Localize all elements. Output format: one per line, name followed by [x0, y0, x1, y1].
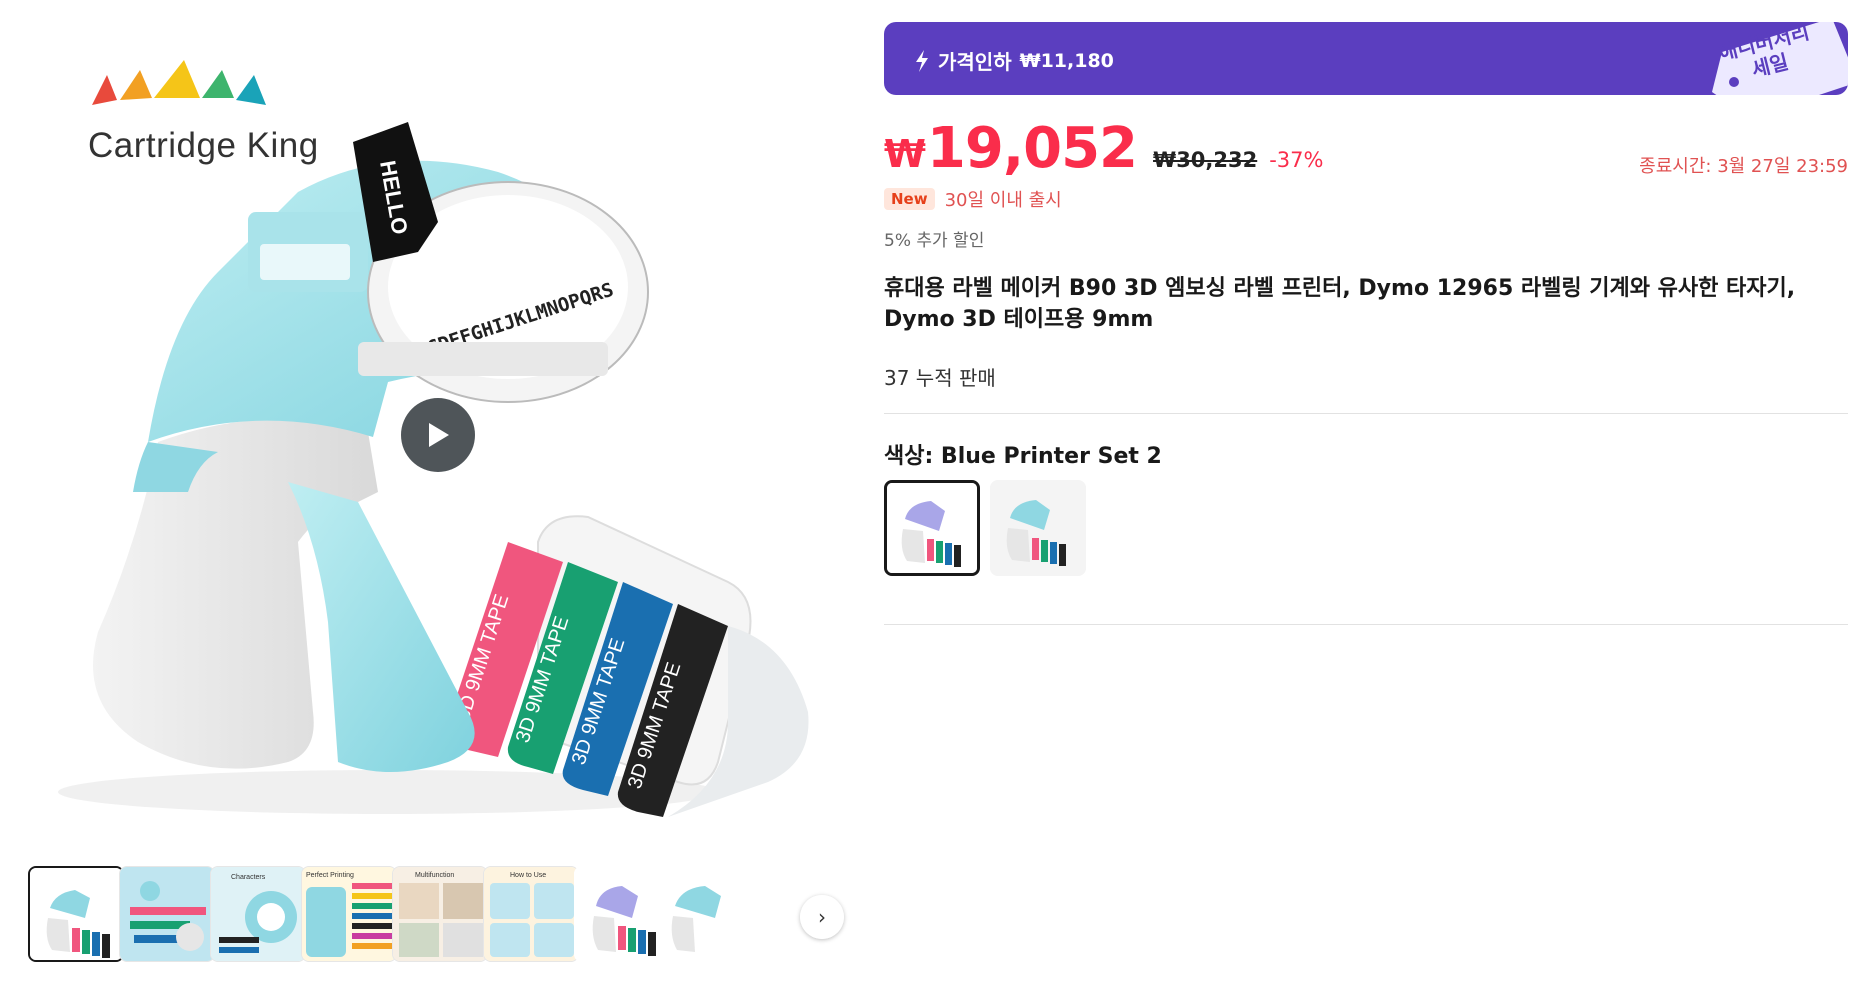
current-price: ₩19,052 [884, 116, 1138, 181]
color-option-blue[interactable] [990, 480, 1086, 576]
thumb-characters-image: Characters [211, 867, 305, 961]
thumb-printer-image [30, 868, 122, 960]
sold-count: 37 누적 판매 [884, 366, 996, 390]
crown-icon [92, 60, 266, 105]
lightning-icon [916, 49, 928, 72]
swatch-blue-image [990, 480, 1086, 576]
price-drop-label: 가격인하 [938, 50, 1012, 74]
thumbnail-6[interactable]: How to Use [483, 866, 579, 962]
thumbnail-strip: Characters Perfect Printing Multifunctio… [28, 866, 848, 966]
thumbnail-4[interactable]: Perfect Printing [301, 866, 397, 962]
new-arrival-row: New 30일 이내 출시 [884, 186, 1062, 212]
thumb-how-to-use-text: How to Use [510, 872, 546, 879]
thumb-perfect-printing-image: Perfect Printing [302, 867, 396, 961]
thumb-purple-printer-image [574, 866, 670, 962]
price-drop-value: 11,180 [1040, 49, 1114, 72]
currency-symbol: ₩ [884, 132, 926, 176]
thumbnail-next-button[interactable]: › [800, 895, 844, 939]
price-drop-banner: 가격인하 ₩11,180 애니버서리 세일 [884, 22, 1848, 95]
product-title: 휴대용 라벨 메이커 B90 3D 엠보싱 라벨 프린터, Dymo 12965… [884, 276, 1796, 332]
chevron-right-icon: › [818, 905, 826, 929]
extra-discount-text: 5% 추가 할인 [884, 231, 985, 251]
play-icon [429, 423, 449, 447]
thumb-accessories-image [120, 867, 214, 961]
sale-end-time: 종료시간: 3월 27일 23:59 [1639, 156, 1848, 177]
thumb-multifunction-image: Multifunction [393, 867, 487, 961]
logo-text: Cartridge King [88, 126, 319, 165]
main-product-image[interactable]: 3D 9MM TAPE 3D 9MM TAPE 3D 9MM TAPE 3D 9… [28, 22, 850, 844]
thumb-perfect-printing-text: Perfect Printing [306, 872, 354, 879]
divider [884, 413, 1848, 414]
new-arrival-text: 30일 이내 출시 [944, 190, 1062, 211]
discount-percent: -37% [1269, 148, 1324, 172]
divider-bottom [884, 624, 1848, 625]
thumb-how-to-use-image: How to Use [484, 867, 578, 961]
thumbnail-8[interactable] [665, 866, 761, 962]
thumb-characters-text: Characters [231, 874, 266, 881]
original-price: ₩30,232 [1153, 148, 1258, 172]
color-option-purple[interactable] [884, 480, 980, 576]
thumbnail-5[interactable]: Multifunction [392, 866, 488, 962]
price-row: ₩19,052 ₩30,232 -37% [884, 116, 1324, 181]
current-price-value: 19,052 [926, 116, 1138, 181]
thumb-partial-image [665, 866, 761, 962]
price-drop-info: 가격인하 ₩11,180 [914, 46, 1114, 75]
thumbnail-7[interactable] [574, 866, 670, 962]
thumbnail-3[interactable]: Characters [210, 866, 306, 962]
brand-logo: Cartridge King [72, 60, 332, 178]
price-drop-amount: ₩11,180 [1020, 50, 1114, 72]
thumbnail-1[interactable] [28, 866, 124, 962]
thumbnail-2[interactable] [119, 866, 215, 962]
swatch-purple-image [887, 483, 977, 573]
color-label: 색상: Blue Printer Set 2 [884, 444, 1162, 469]
new-badge: New [884, 188, 935, 210]
play-video-button[interactable] [401, 398, 475, 472]
thumb-multifunction-text: Multifunction [415, 872, 454, 879]
price-drop-currency: ₩ [1019, 49, 1041, 72]
